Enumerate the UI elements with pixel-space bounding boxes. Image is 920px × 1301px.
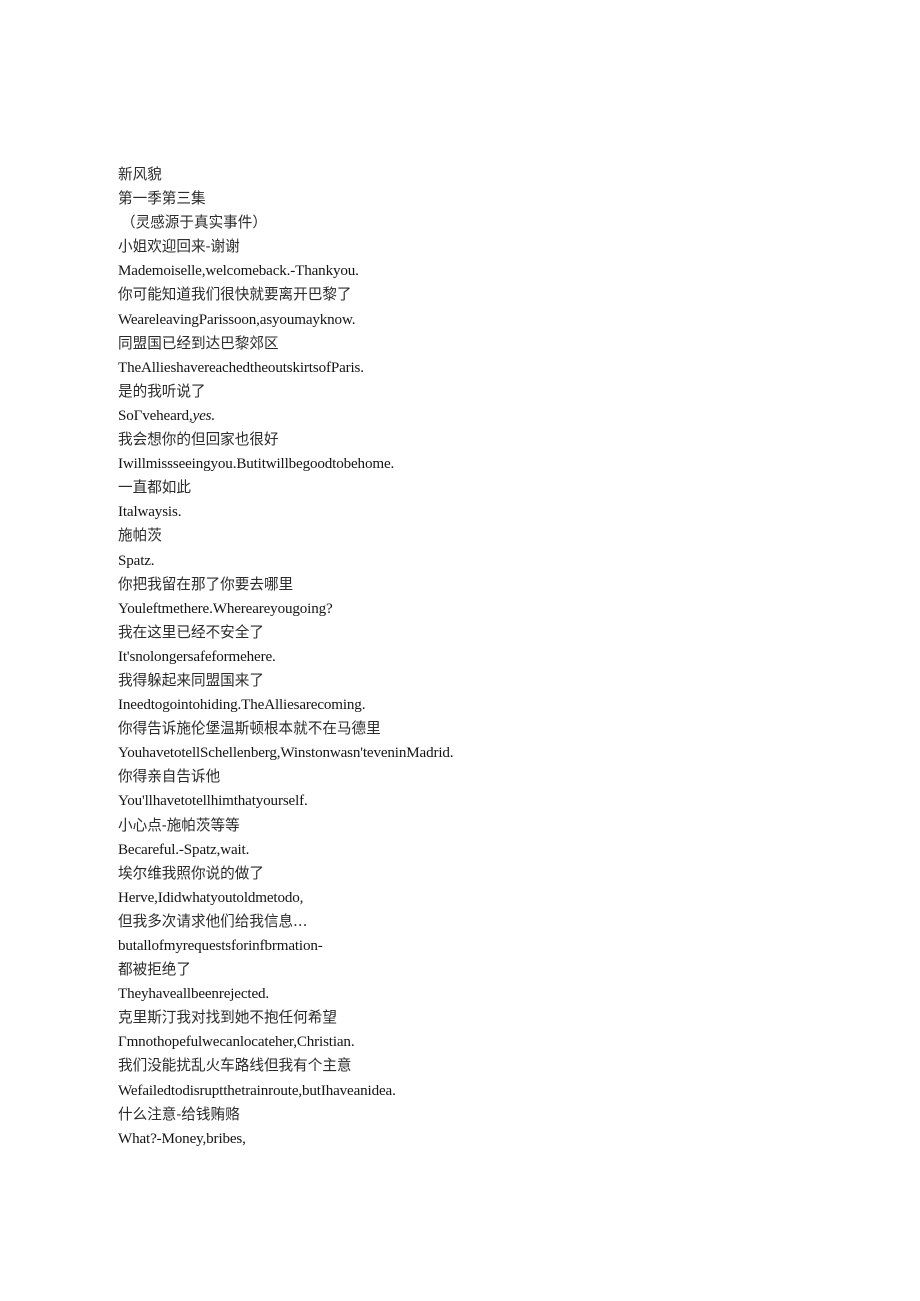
transcript-line-cue-04-en: SoΓveheard,yes. (118, 407, 216, 424)
transcript-line-cue-06-zh: 一直都如此 (118, 479, 191, 497)
transcript-line-cue-04-zh: 是的我听说了 (118, 382, 206, 400)
transcript-line-cue-01-en: Mademoiselle,welcomeback.-Thankyou. (118, 263, 359, 280)
transcript-line-cue-19-en: What?-Money,bribes, (118, 1130, 246, 1147)
transcript-line-cue-03-en: TheAllieshavereachedtheoutskirtsofParis. (118, 359, 364, 376)
document-page: 新风貌第一季第三集 （灵感源于真实事件） 小姐欢迎回来-谢谢 Mademoiselle… (0, 0, 920, 1301)
transcript-line-cue-03-zh: 同盟国已经到达巴黎郊区 (118, 334, 279, 352)
transcript-line-cue-15-en: butallofmyrequestsforinfbrmation- (118, 938, 323, 954)
transcript-line-cue-11-en: YouhavetotellSchellenberg,Winstonwasn'te… (118, 745, 454, 762)
transcript-line-episode: 第一季第三集 (118, 190, 206, 208)
transcript-line-cue-16-en: Theyhaveallbeenrejected. (118, 986, 270, 1003)
transcript-line-cue-08-zh: 你把我留在那了你要去哪里 (118, 575, 294, 593)
transcript-line-cue-16-zh: 都被拒绝了 (118, 961, 191, 979)
transcript-line-cue-02-zh: 你可能知道我们很快就要离开巴黎了 (118, 286, 352, 304)
transcript-line-cue-09-zh: 我在这里已经不安全了 (118, 623, 264, 641)
transcript-line-title: 新风貌 (118, 166, 162, 183)
transcript-line-cue-05-en: Iwillmissseeingyou.Butitwillbegoodtobeho… (118, 456, 395, 473)
transcript-line-cue-13-en: Becareful.-Spatz,wait. (118, 841, 250, 858)
transcript-line-cue-05-zh: 我会想你的但回家也很好 (118, 431, 279, 449)
transcript-line-cue-11-zh: 你得告诉施伦堡温斯顿根本就不在马德里 (118, 720, 381, 738)
transcript-line-cue-07-zh: 施帕茨 (118, 527, 162, 545)
transcript-line-cue-17-en: Γmnothopefulwecanlocateher,Christian. (118, 1034, 355, 1051)
transcript-line-cue-07-en: Spatz. (118, 552, 155, 569)
transcript-line-cue-18-zh: 我们没能扰乱火车路线但我有个主意 (118, 1057, 352, 1075)
transcript-line-cue-12-en: You'llhavetotellhimthatyourself. (118, 793, 308, 810)
transcript-line-cue-13-zh: 小心点-施帕茨等等 (118, 816, 240, 834)
transcript-line-cue-08-en: Youleftmethere.Whereareyougoing? (118, 600, 333, 617)
transcript-line-cue-02-en: WeareleavingParissoon,asyoumayknow. (118, 311, 356, 328)
transcript-line-cue-12-zh: 你得亲自告诉他 (118, 768, 221, 786)
transcript-line-cue-19-zh: 什么注意-给钱贿赂 (118, 1105, 240, 1123)
transcript-line-cue-15-zh: 但我多次请求他们给我信息.‥ (118, 912, 308, 930)
transcript-line-cue-01-zh: 小姐欢迎回来-谢谢 (118, 238, 240, 256)
transcript-text-block: 新风貌第一季第三集 （灵感源于真实事件） 小姐欢迎回来-谢谢 Mademoiselle… (118, 163, 878, 1151)
transcript-line-cue-14-en: Herve,Ididwhatyoutoldmetodo, (118, 889, 304, 906)
transcript-line-cue-06-en: Italwaysis. (118, 504, 182, 521)
transcript-line-cue-09-en: It'snolongersafeformehere. (118, 648, 276, 665)
transcript-line-cue-10-zh: 我得躲起来同盟国来了 (118, 671, 264, 689)
transcript-line-cue-18-en: Wefailedtodisruptthetrainroute,butIhavea… (118, 1082, 396, 1099)
transcript-line-based-on: （灵感源于真实事件） (121, 214, 267, 232)
transcript-line-cue-17-zh: 克里斯汀我对找到她不抱任何希望 (118, 1009, 337, 1027)
transcript-line-cue-10-en: Ineedtogointohiding.TheAlliesarecoming. (118, 697, 366, 714)
transcript-line-cue-14-zh: 埃尔维我照你说的做了 (118, 864, 264, 882)
